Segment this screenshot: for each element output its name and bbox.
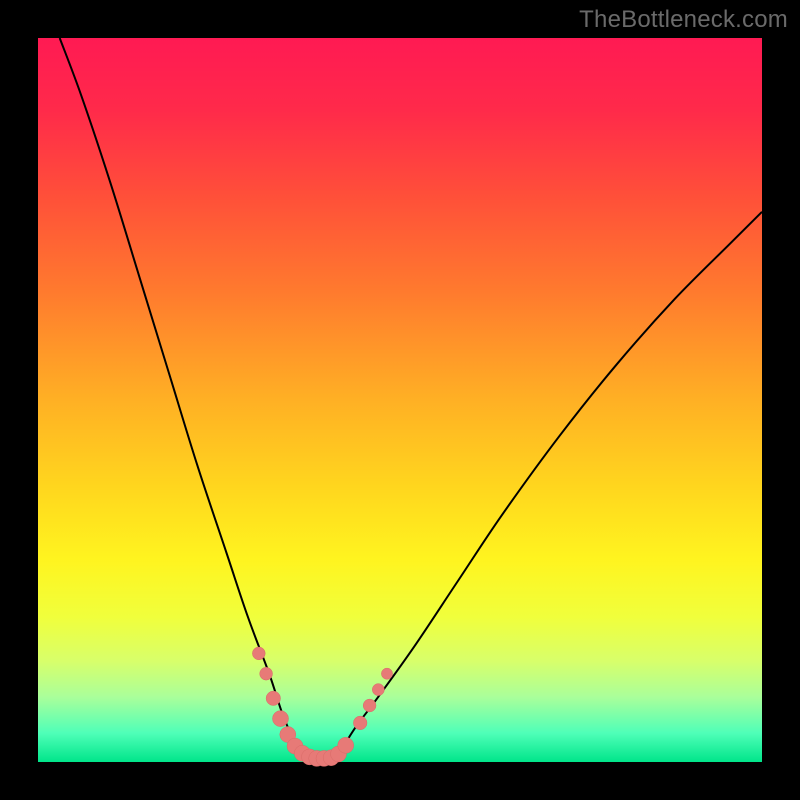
gradient-background xyxy=(38,38,762,762)
curve-marker xyxy=(273,711,289,727)
curve-marker xyxy=(266,691,280,705)
curve-marker xyxy=(338,737,354,753)
curve-marker xyxy=(381,668,392,679)
curve-marker xyxy=(252,647,265,660)
curve-marker xyxy=(260,667,273,680)
watermark-text: TheBottleneck.com xyxy=(579,6,788,34)
curve-marker xyxy=(372,684,384,696)
chart-frame: TheBottleneck.com xyxy=(0,0,800,800)
curve-marker xyxy=(353,716,367,730)
bottleneck-chart xyxy=(0,0,800,800)
curve-marker xyxy=(363,699,376,712)
